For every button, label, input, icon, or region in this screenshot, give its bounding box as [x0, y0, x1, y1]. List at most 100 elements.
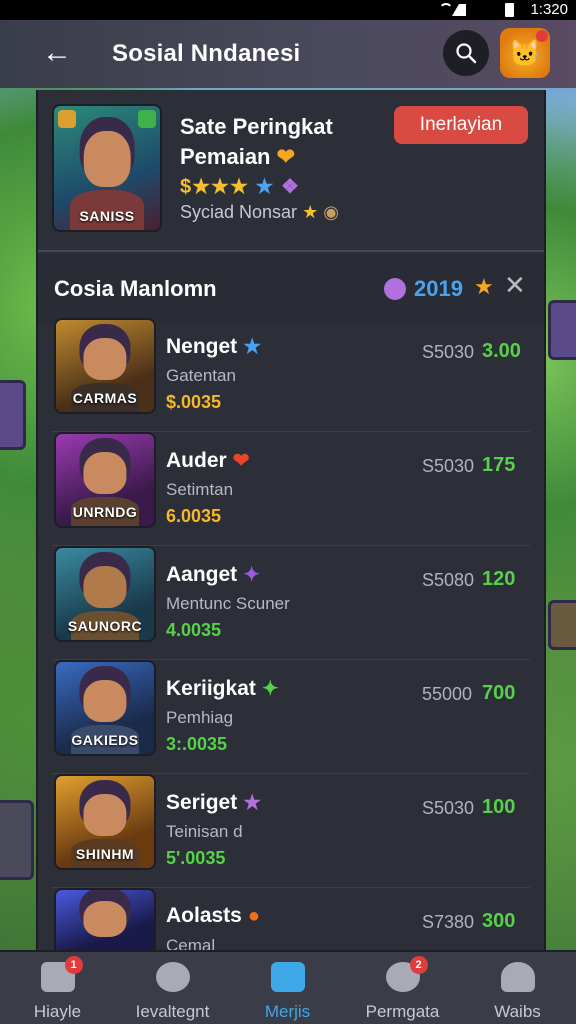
portrait-label: GAKIEDS: [71, 732, 139, 748]
portrait-face: [83, 680, 127, 722]
portrait-face: [83, 900, 127, 937]
nav-badge: 1: [64, 956, 83, 974]
rating-stars-text: $★★★: [180, 176, 249, 198]
featured-card[interactable]: SANISS Sate Peringkat Pemaian ❤ $★★★ ★ ❖…: [38, 90, 544, 252]
back-arrow-icon[interactable]: ←: [42, 38, 72, 68]
item-value: 700: [482, 682, 516, 704]
item-portrait: [54, 888, 156, 950]
nav-label: Hiayle: [33, 1002, 82, 1021]
page-title: Sosial Nndanesi: [112, 40, 301, 67]
star-icon: ★: [302, 202, 319, 222]
status-time: 1:320: [530, 1, 568, 18]
nav-label: Merjis: [264, 1002, 311, 1021]
item-amount: S5080: [422, 570, 475, 590]
battery-icon: [505, 3, 514, 17]
blue-star-icon: ★: [255, 176, 275, 198]
item-name-text: Keriigkat: [166, 677, 256, 700]
item-name-text: Aolasts: [166, 904, 242, 927]
purple-gem-icon: [384, 278, 406, 300]
item-name-text: Aanget: [166, 563, 238, 586]
nav-label: Ievaltegnt: [135, 1002, 210, 1021]
item-name-text: Nenget: [166, 335, 238, 358]
list-item[interactable]: GAKIEDS Keriigkat ✦ Pemhiag 3:.0035 55000…: [52, 660, 530, 774]
list-title: Cosia Manlomn: [54, 276, 217, 301]
list-item[interactable]: CARMAS Nenget ★ Gatentan $.0035 S5030 3.0…: [52, 318, 530, 432]
portrait-face: [83, 566, 127, 608]
portrait-face: [83, 794, 127, 836]
heart-icon: ❤: [232, 450, 250, 472]
item-subtitle: Setimtan: [166, 480, 234, 499]
item-subtitle: Pemhiag: [166, 708, 234, 727]
item-portrait: UNRNDG: [54, 432, 156, 528]
portrait-face: [83, 130, 131, 187]
list-item[interactable]: Aolasts ● Cemal S7380 300: [52, 888, 530, 955]
nav-item-profile[interactable]: Waibs: [460, 958, 575, 1024]
notification-dot: [536, 30, 548, 42]
item-name: Aanget ✦: [166, 562, 260, 587]
list-item[interactable]: SHINHM Seriget ★ Teinisan d 5'.0035 S5030…: [52, 774, 530, 888]
item-amount: S5030: [422, 342, 475, 362]
portrait-label: SHINHM: [75, 846, 135, 862]
item-price: 5'.0035: [166, 848, 226, 868]
gem-icon: ✦: [261, 678, 279, 700]
featured-title-text: Sate Peringkat Pemaian: [180, 114, 333, 169]
list-item[interactable]: SAUNORC Aanget ✦ Mentunc Scuner 4.0035 S5…: [52, 546, 530, 660]
nav-item-events[interactable]: Ievaltegnt: [115, 958, 230, 1024]
flame-icon: ❤: [276, 144, 296, 169]
item-name: Auder ❤: [166, 448, 249, 473]
signal-icon: [452, 4, 466, 16]
sparkle-icon: ✦: [243, 564, 260, 586]
portrait-face: [83, 338, 127, 380]
item-price: 3:.0035: [166, 734, 228, 754]
mascot-icon: 🐱: [508, 37, 542, 68]
nav-badge: 2: [409, 956, 428, 974]
user-icon: [500, 962, 535, 992]
list-item[interactable]: UNRNDG Auder ❤ Setimtan 6.0035 S5030 175: [52, 432, 530, 546]
coin-icon: ◉: [323, 202, 339, 222]
portrait-face: [83, 452, 127, 494]
item-subtitle: Teinisan d: [166, 822, 243, 841]
blue-star-icon: ★: [243, 336, 262, 358]
list-year: 2019: [414, 276, 463, 301]
nav-item-main[interactable]: Merjis: [230, 958, 345, 1024]
main-panel: SANISS Sate Peringkat Pemaian ❤ $★★★ ★ ❖…: [36, 90, 546, 955]
shield-icon: [138, 110, 156, 128]
profile-avatar[interactable]: 🐱: [500, 28, 550, 78]
bg-block: [548, 600, 576, 650]
search-button[interactable]: [443, 30, 489, 76]
status-bar: 1:320: [0, 0, 576, 20]
portrait-label: SAUNORC: [67, 618, 143, 634]
list-header: Cosia Manlomn 2019 ★ ✕: [38, 254, 544, 324]
item-value: 300: [482, 910, 516, 932]
item-amount: S5030: [422, 798, 475, 818]
gear-icon: 2: [385, 956, 428, 992]
star-icon: ★: [474, 274, 494, 299]
close-icon[interactable]: ✕: [504, 270, 526, 301]
item-price: 4.0035: [166, 620, 222, 640]
item-portrait: GAKIEDS: [54, 660, 156, 756]
bottom-nav: 1 Hiayle Ievaltegnt Merjis 2 Permgata Wa…: [0, 950, 576, 1024]
wifi-icon: [439, 3, 453, 17]
nav-label: Permgata: [365, 1002, 440, 1021]
item-price: $.0035: [166, 392, 222, 412]
gem-icon: ❖: [280, 176, 300, 198]
orange-orb-icon: ●: [247, 905, 260, 927]
nav-item-home[interactable]: 1 Hiayle: [0, 956, 115, 1024]
home-icon: 1: [40, 956, 83, 992]
item-name-text: Seriget: [166, 791, 238, 814]
portrait-label: SANISS: [79, 208, 135, 224]
featured-title: Sate Peringkat Pemaian ❤: [180, 112, 390, 172]
item-amount: 55000: [422, 684, 473, 704]
nav-item-settings[interactable]: 2 Permgata: [345, 956, 460, 1024]
item-amount: S7380: [422, 912, 475, 932]
featured-action-button[interactable]: Inerlayian: [394, 106, 528, 144]
item-name: Aolasts ●: [166, 904, 260, 928]
item-portrait: SHINHM: [54, 774, 156, 870]
item-value: 3.00: [482, 340, 521, 362]
leaf-icon: [155, 962, 190, 992]
item-subtitle: Mentunc Scuner: [166, 594, 290, 613]
nav-label: Waibs: [494, 1002, 541, 1021]
bg-block: [0, 800, 34, 880]
rating-stars: $★★★ ★ ❖: [180, 174, 300, 199]
rank-icon: [58, 110, 76, 128]
